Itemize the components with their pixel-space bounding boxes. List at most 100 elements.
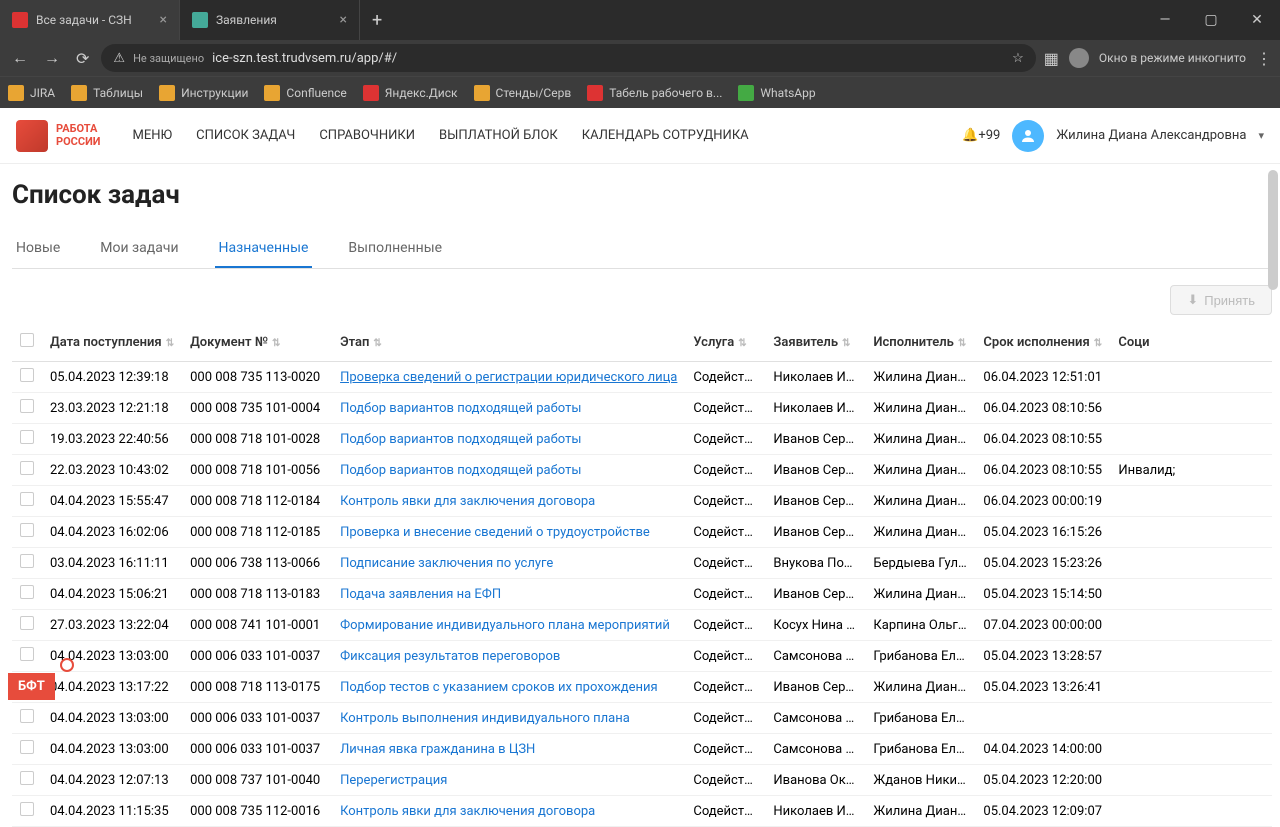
scrollbar[interactable] xyxy=(1268,170,1278,290)
row-checkbox[interactable] xyxy=(20,802,34,816)
folder-icon xyxy=(71,85,87,101)
cell-applicant: Внукова Полина ... xyxy=(765,548,865,579)
bookmark-stands[interactable]: Стенды/Серв xyxy=(474,85,572,101)
menu-item-tasks[interactable]: СПИСОК ЗАДАЧ xyxy=(196,128,295,143)
url-input[interactable]: ⚠ Не защищено ice-szn.test.trudvsem.ru/a… xyxy=(101,44,1035,72)
stage-link[interactable]: Подбор тестов с указанием сроков их прох… xyxy=(340,680,658,695)
cell-social xyxy=(1110,734,1272,765)
table-row[interactable]: 04.04.2023 15:06:21 000 008 718 113-0183… xyxy=(12,579,1272,610)
col-checkbox[interactable] xyxy=(12,323,42,362)
table-row[interactable]: 04.04.2023 13:03:00 000 006 033 101-0037… xyxy=(12,641,1272,672)
tab-done[interactable]: Выполненные xyxy=(344,230,446,268)
minimize-button[interactable]: — xyxy=(1142,0,1188,40)
table-row[interactable]: 04.04.2023 15:55:47 000 008 718 112-0184… xyxy=(12,486,1272,517)
bookmark-timesheet[interactable]: Табель рабочего в... xyxy=(587,85,722,101)
cell-date: 04.04.2023 15:06:21 xyxy=(42,579,182,610)
row-checkbox[interactable] xyxy=(20,523,34,537)
table-row[interactable]: 03.04.2023 16:11:11 000 006 738 113-0066… xyxy=(12,548,1272,579)
extensions-icon[interactable]: ▦ xyxy=(1044,49,1059,68)
avatar[interactable] xyxy=(1012,120,1044,152)
logo[interactable]: РАБОТА РОССИИ xyxy=(16,120,100,152)
row-checkbox[interactable] xyxy=(20,709,34,723)
table-row[interactable]: 23.03.2023 12:21:18 000 008 735 101-0004… xyxy=(12,393,1272,424)
col-due[interactable]: Срок исполнения⇅ xyxy=(975,323,1110,362)
stage-link[interactable]: Перерегистрация xyxy=(340,773,447,788)
stage-link[interactable]: Фиксация результатов переговоров xyxy=(340,649,560,664)
bookmark-tables[interactable]: Таблицы xyxy=(71,85,143,101)
table-row[interactable]: 04.04.2023 13:17:22 000 008 718 113-0175… xyxy=(12,672,1272,703)
table-row[interactable]: 04.04.2023 16:02:06 000 008 718 112-0185… xyxy=(12,517,1272,548)
reload-button[interactable]: ⟳ xyxy=(72,45,93,72)
close-icon[interactable]: × xyxy=(160,12,167,28)
stage-link[interactable]: Подписание заключения по услуге xyxy=(340,556,553,571)
stage-link[interactable]: Подбор вариантов подходящей работы xyxy=(340,463,581,478)
new-tab-button[interactable]: + xyxy=(360,0,394,40)
menu-icon[interactable]: ⋮ xyxy=(1256,49,1272,68)
cell-applicant: Косух Нина Нико... xyxy=(765,610,865,641)
row-checkbox[interactable] xyxy=(20,461,34,475)
row-checkbox[interactable] xyxy=(20,554,34,568)
row-checkbox[interactable] xyxy=(20,492,34,506)
tab-my[interactable]: Мои задачи xyxy=(96,230,182,268)
forward-button[interactable]: → xyxy=(40,44,64,72)
stage-link[interactable]: Проверка и внесение сведений о трудоустр… xyxy=(340,525,650,540)
notification-badge[interactable]: 🔔+99 xyxy=(962,128,1000,143)
star-icon[interactable]: ☆ xyxy=(1012,51,1024,66)
table-row[interactable]: 22.03.2023 10:43:02 000 008 718 101-0056… xyxy=(12,455,1272,486)
col-date[interactable]: Дата поступления⇅ xyxy=(42,323,182,362)
close-button[interactable]: ✕ xyxy=(1234,0,1280,40)
browser-tab-1[interactable]: Заявления × xyxy=(180,0,360,40)
table-row[interactable]: 19.03.2023 22:40:56 000 008 718 101-0028… xyxy=(12,424,1272,455)
row-checkbox[interactable] xyxy=(20,616,34,630)
table-row[interactable]: 05.04.2023 12:39:18 000 008 735 113-0020… xyxy=(12,362,1272,393)
col-service[interactable]: Услуга⇅ xyxy=(685,323,765,362)
col-executor[interactable]: Исполнитель⇅ xyxy=(865,323,975,362)
stage-link[interactable]: Формирование индивидуального плана мероп… xyxy=(340,618,670,633)
cell-social xyxy=(1110,424,1272,455)
row-checkbox[interactable] xyxy=(20,585,34,599)
stage-link[interactable]: Проверка сведений о регистрации юридичес… xyxy=(340,370,677,385)
bookmark-whatsapp[interactable]: WhatsApp xyxy=(738,85,815,101)
bookmark-instructions[interactable]: Инструкции xyxy=(159,85,248,101)
cell-service: Содействие ... xyxy=(685,734,765,765)
stage-link[interactable]: Подбор вариантов подходящей работы xyxy=(340,432,581,447)
row-checkbox[interactable] xyxy=(20,647,34,661)
accept-button[interactable]: ⬇ Принять xyxy=(1170,285,1272,315)
row-checkbox[interactable] xyxy=(20,771,34,785)
row-checkbox[interactable] xyxy=(20,399,34,413)
stage-link[interactable]: Личная явка гражданина в ЦЗН xyxy=(340,742,535,757)
stage-link[interactable]: Подбор вариантов подходящей работы xyxy=(340,401,581,416)
stage-link[interactable]: Подача заявления на ЕФП xyxy=(340,587,501,602)
username[interactable]: Жилина Диана Александровна xyxy=(1056,128,1246,143)
table-row[interactable]: 04.04.2023 13:03:00 000 006 033 101-0037… xyxy=(12,703,1272,734)
stage-link[interactable]: Контроль выполнения индивидуального план… xyxy=(340,711,630,726)
col-doc[interactable]: Документ №⇅ xyxy=(182,323,332,362)
table-row[interactable]: 04.04.2023 11:15:35 000 008 735 112-0016… xyxy=(12,796,1272,827)
cell-service: Содействие ... xyxy=(685,796,765,827)
col-social[interactable]: Соци xyxy=(1110,323,1272,362)
menu-item-payments[interactable]: ВЫПЛАТНОЙ БЛОК xyxy=(439,128,558,143)
menu-item-menu[interactable]: МЕНЮ xyxy=(132,128,172,143)
stage-link[interactable]: Контроль явки для заключения договора xyxy=(340,494,595,509)
col-applicant[interactable]: Заявитель⇅ xyxy=(765,323,865,362)
bookmark-yandex[interactable]: Яндекс.Диск xyxy=(363,85,458,101)
row-checkbox[interactable] xyxy=(20,740,34,754)
tab-assigned[interactable]: Назначенные xyxy=(215,230,313,268)
close-icon[interactable]: × xyxy=(340,12,347,28)
table-row[interactable]: 04.04.2023 12:07:13 000 008 737 101-0040… xyxy=(12,765,1272,796)
table-row[interactable]: 04.04.2023 13:03:00 000 006 033 101-0037… xyxy=(12,734,1272,765)
menu-item-refs[interactable]: СПРАВОЧНИКИ xyxy=(319,128,415,143)
maximize-button[interactable]: ▢ xyxy=(1188,0,1234,40)
stage-link[interactable]: Контроль явки для заключения договора xyxy=(340,804,595,819)
col-stage[interactable]: Этап⇅ xyxy=(332,323,685,362)
row-checkbox[interactable] xyxy=(20,430,34,444)
chevron-down-icon[interactable]: ▾ xyxy=(1258,129,1264,142)
row-checkbox[interactable] xyxy=(20,368,34,382)
browser-tab-0[interactable]: Все задачи - СЗН × xyxy=(0,0,180,40)
table-row[interactable]: 27.03.2023 13:22:04 000 008 741 101-0001… xyxy=(12,610,1272,641)
back-button[interactable]: ← xyxy=(8,44,32,72)
tab-new[interactable]: Новые xyxy=(12,230,64,268)
bookmark-jira[interactable]: JIRA xyxy=(8,85,55,101)
menu-item-calendar[interactable]: КАЛЕНДАРЬ СОТРУДНИКА xyxy=(582,128,749,143)
bookmark-confluence[interactable]: Confluence xyxy=(264,85,346,101)
